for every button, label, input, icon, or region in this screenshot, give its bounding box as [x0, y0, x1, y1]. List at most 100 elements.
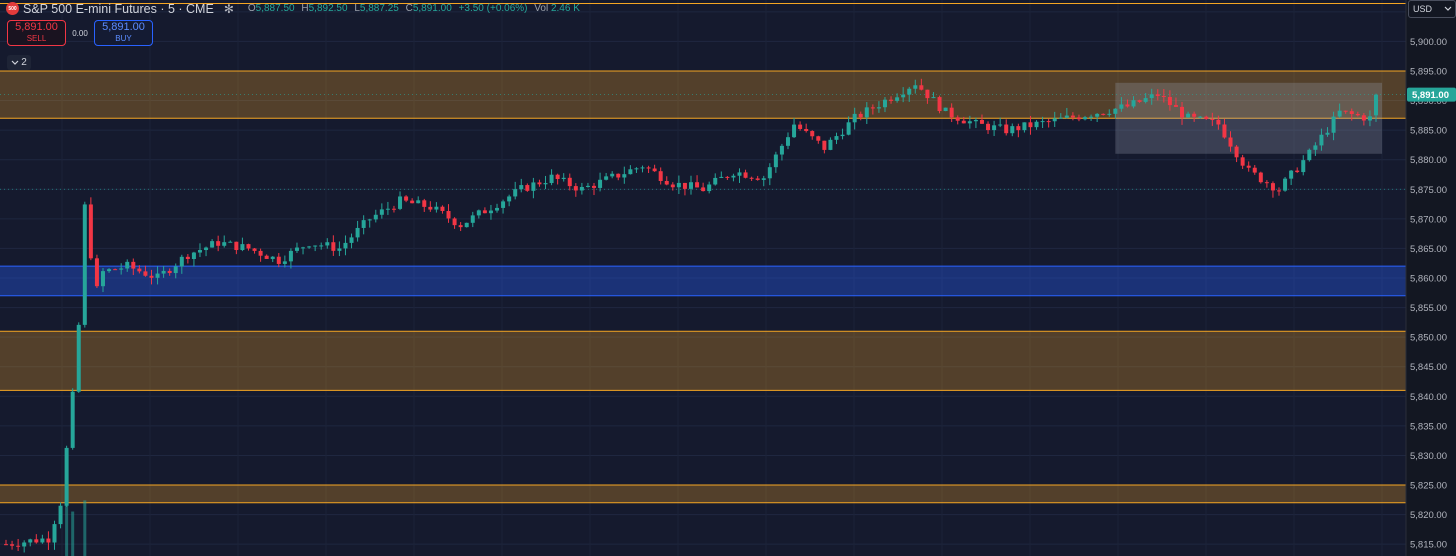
buy-price: 5,891.00 — [102, 21, 145, 33]
candle-body — [713, 177, 718, 185]
candle-body — [1270, 183, 1275, 191]
candle-body — [216, 241, 221, 246]
symbol-title[interactable]: S&P 500 E-mini Futures · 5 · CME — [23, 2, 214, 16]
candle-body — [319, 245, 324, 247]
candle-body — [1307, 149, 1312, 161]
candle-body — [488, 210, 493, 214]
chart-legend: 500 S&P 500 E-mini Futures · 5 · CME ✻ O… — [6, 1, 584, 16]
candle-body — [501, 201, 506, 208]
candle-body — [313, 245, 318, 247]
candle-body — [1125, 104, 1130, 107]
candle-body — [913, 85, 918, 89]
candle-body — [1240, 157, 1245, 166]
candle-body — [282, 261, 287, 264]
candle-body — [331, 242, 336, 251]
candle-body — [294, 247, 299, 251]
candle-body — [179, 256, 184, 267]
price-tick-label: 5,835.00 — [1410, 421, 1447, 432]
candle-body — [422, 200, 427, 207]
candle-body — [416, 200, 421, 204]
candle-body — [579, 186, 584, 191]
candle-body — [1374, 94, 1378, 116]
candle-body — [482, 210, 487, 214]
candle-body — [301, 247, 306, 249]
candle-body — [1222, 124, 1227, 138]
candle-body — [664, 180, 669, 185]
trade-panel: 5,891.00 SELL 0.00 5,891.00 BUY — [7, 20, 153, 46]
candle-body — [858, 113, 863, 118]
candle-body — [804, 128, 809, 132]
buy-button[interactable]: 5,891.00 BUY — [94, 20, 153, 46]
candle-body — [131, 261, 136, 269]
high-value: 5,892.50 — [308, 3, 348, 14]
candle-body — [1198, 116, 1203, 118]
zone-rect — [0, 331, 1406, 391]
candle-body — [1295, 170, 1300, 173]
sell-label: SELL — [26, 34, 47, 43]
candle-body — [919, 85, 924, 90]
sell-button[interactable]: 5,891.00 SELL — [7, 20, 66, 46]
price-tick-label: 5,895.00 — [1410, 66, 1447, 77]
candle-body — [1022, 122, 1027, 131]
candle-body — [258, 250, 263, 256]
price-axis[interactable]: 5,905.005,900.005,895.005,890.005,885.00… — [1405, 0, 1456, 556]
candle-body — [895, 97, 900, 101]
candle-body — [210, 241, 215, 248]
candle-body — [391, 208, 396, 210]
candle-body — [107, 269, 112, 272]
candle-body — [1034, 121, 1039, 128]
candle-body — [1143, 98, 1148, 102]
candle-body — [1252, 167, 1257, 173]
candle-body — [373, 214, 378, 220]
price-tick-label: 5,900.00 — [1410, 37, 1447, 48]
candle-body — [1361, 115, 1366, 121]
candle-body — [52, 524, 57, 543]
candle-body — [798, 124, 803, 129]
candle-body — [513, 189, 518, 197]
candle-body — [337, 248, 342, 251]
candle-body — [846, 122, 851, 135]
candle-body — [252, 248, 257, 251]
candle-body — [1004, 124, 1009, 134]
candle-body — [604, 176, 609, 180]
candle-body — [852, 113, 857, 123]
candle-body — [1010, 126, 1015, 134]
candle-body — [676, 182, 681, 188]
candle-body — [1210, 119, 1215, 121]
candle-body — [646, 167, 651, 169]
candle-body — [464, 222, 469, 228]
candle-body — [143, 271, 148, 276]
candle-body — [701, 187, 706, 192]
candle-body — [1119, 104, 1124, 109]
candle-body — [349, 237, 354, 243]
indicators-collapse-button[interactable]: 2 — [7, 55, 31, 70]
sp500-logo-icon: 500 — [6, 2, 19, 15]
candle-body — [470, 215, 475, 223]
candle-body — [1180, 106, 1185, 118]
candle-body — [1016, 126, 1021, 131]
candle-body — [197, 250, 202, 253]
candle-body — [616, 173, 621, 178]
candle-body — [34, 539, 39, 543]
chevron-down-icon — [11, 60, 19, 65]
candle-body — [816, 136, 821, 141]
candle-body — [998, 124, 1003, 126]
candle-body — [573, 186, 578, 191]
candle-body — [276, 256, 281, 264]
candle-body — [901, 94, 906, 98]
candle-body — [737, 172, 742, 176]
market-status-icon: ✻ — [223, 1, 234, 16]
candle-body — [16, 545, 21, 547]
candle-body — [1264, 182, 1269, 184]
candle-body — [10, 544, 15, 546]
candle-body — [88, 204, 93, 259]
candle-body — [652, 168, 657, 172]
candle-body — [167, 270, 172, 274]
currency-selector[interactable]: USD — [1408, 0, 1456, 18]
candle-body — [1064, 115, 1069, 118]
candle-body — [94, 258, 99, 287]
candle-body — [1046, 121, 1051, 123]
candle-body — [561, 177, 566, 180]
candle-body — [761, 178, 766, 180]
price-chart[interactable]: 5,905.005,900.005,895.005,890.005,885.00… — [0, 0, 1456, 556]
